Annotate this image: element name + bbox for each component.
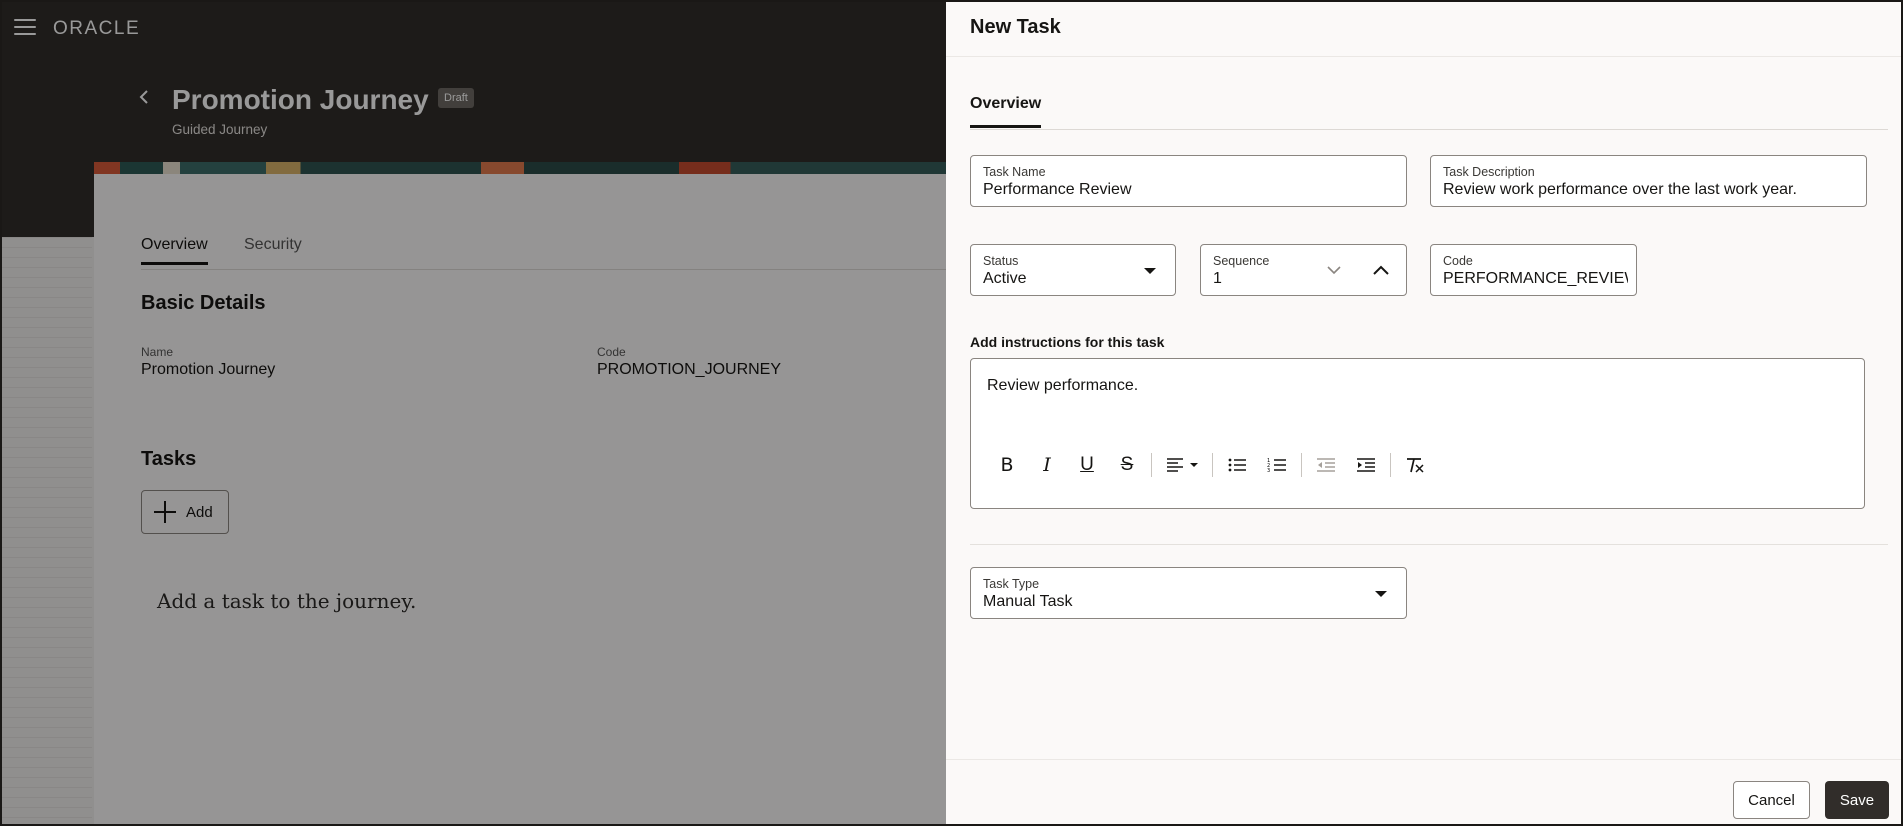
task-description-field[interactable]: Task Description Review work performance… bbox=[1430, 155, 1867, 207]
caret-down-icon[interactable] bbox=[1144, 268, 1156, 274]
toolbar-divider bbox=[1212, 453, 1213, 477]
indent-icon[interactable] bbox=[1346, 451, 1386, 479]
task-type-label: Task Type bbox=[983, 577, 1040, 591]
sequence-label: Sequence bbox=[1213, 254, 1270, 268]
formatting-toolbar: B I U S 123 bbox=[987, 451, 1435, 479]
cancel-button[interactable]: Cancel bbox=[1733, 781, 1810, 819]
toolbar-divider bbox=[1390, 453, 1391, 477]
task-name-field[interactable]: Task Name Performance Review bbox=[970, 155, 1407, 207]
drawer-header: New Task bbox=[946, 2, 1901, 57]
task-name-value[interactable]: Performance Review bbox=[983, 181, 1398, 199]
instructions-text[interactable]: Review performance. bbox=[987, 377, 1138, 395]
drawer-tab-bar: Overview bbox=[970, 82, 1888, 130]
task-type-select[interactable]: Task Type Manual Task bbox=[970, 567, 1407, 619]
status-label: Status bbox=[983, 254, 1019, 268]
task-name-label: Task Name bbox=[983, 165, 1046, 179]
clear-formatting-icon[interactable] bbox=[1395, 451, 1435, 479]
drawer-title: New Task bbox=[970, 16, 1061, 38]
section-divider bbox=[970, 544, 1888, 545]
bulleted-list-icon[interactable] bbox=[1217, 451, 1257, 479]
strikethrough-icon[interactable]: S bbox=[1107, 451, 1147, 479]
toolbar-divider bbox=[1301, 453, 1302, 477]
drawer-footer: Cancel Save bbox=[946, 759, 1901, 826]
underline-icon[interactable]: U bbox=[1067, 451, 1107, 479]
modal-overlay[interactable] bbox=[2, 2, 946, 824]
status-select[interactable]: Status Active bbox=[970, 244, 1176, 296]
new-task-drawer: New Task Overview Task Name Performance … bbox=[946, 0, 1903, 826]
sequence-value[interactable]: 1 bbox=[1213, 270, 1316, 288]
task-description-label: Task Description bbox=[1443, 165, 1535, 179]
sequence-stepper[interactable]: Sequence 1 bbox=[1200, 244, 1407, 296]
instructions-label: Add instructions for this task bbox=[970, 334, 1165, 350]
svg-text:3: 3 bbox=[1267, 468, 1270, 473]
task-description-value[interactable]: Review work performance over the last wo… bbox=[1443, 181, 1858, 199]
tab-overview[interactable]: Overview bbox=[970, 95, 1042, 128]
task-type-value: Manual Task bbox=[983, 593, 1073, 610]
caret-down-icon[interactable] bbox=[1375, 591, 1387, 597]
increment-chevron-icon[interactable] bbox=[1373, 265, 1389, 275]
code-label: Code bbox=[1443, 254, 1473, 268]
code-value[interactable]: PERFORMANCE_REVIEW bbox=[1443, 270, 1628, 288]
code-field[interactable]: Code PERFORMANCE_REVIEW bbox=[1430, 244, 1637, 296]
save-button[interactable]: Save bbox=[1825, 781, 1889, 819]
status-value: Active bbox=[983, 270, 1027, 287]
outdent-icon[interactable] bbox=[1306, 451, 1346, 479]
align-left-icon[interactable] bbox=[1156, 451, 1208, 479]
decrement-chevron-icon[interactable] bbox=[1327, 265, 1341, 275]
numbered-list-icon[interactable]: 123 bbox=[1257, 451, 1297, 479]
instructions-editor[interactable]: Review performance. B I U S 123 bbox=[970, 358, 1865, 509]
italic-icon[interactable]: I bbox=[1027, 451, 1067, 479]
bold-icon[interactable]: B bbox=[987, 451, 1027, 479]
toolbar-divider bbox=[1151, 453, 1152, 477]
background-page: ORACLE Promotion Journey Draft Guided Jo… bbox=[0, 0, 946, 826]
